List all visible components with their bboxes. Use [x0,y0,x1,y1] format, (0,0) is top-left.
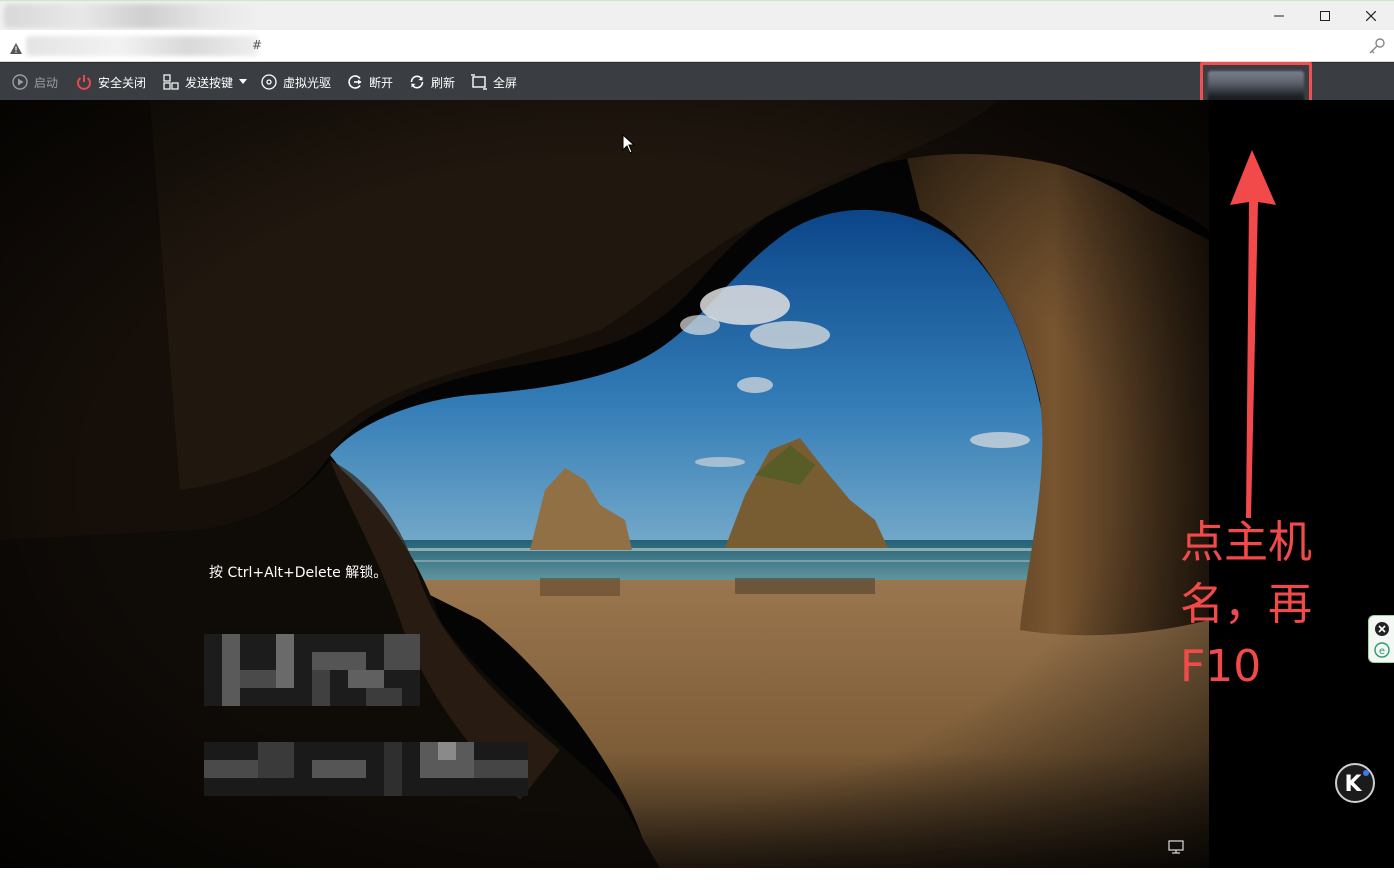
start-label: 启动 [34,75,59,90]
maximize-icon [1320,11,1330,21]
power-icon [77,75,91,90]
svg-text:K: K [1344,772,1362,797]
warning-icon [10,39,22,58]
side-floating-widget[interactable]: e [1368,615,1394,663]
disconnect-label: 断开 [369,75,394,90]
start-button[interactable]: 启动 [12,63,58,101]
maximize-button[interactable] [1302,1,1348,31]
address-suffix: # [252,38,263,52]
disc-icon [261,74,277,90]
k-badge-icon[interactable]: K [1334,762,1376,808]
send-keys-button[interactable]: 发送按键 [163,63,248,101]
virtual-drive-button[interactable]: 虚拟光驱 [261,63,331,101]
send-keys-label: 发送按键 [185,75,234,90]
play-icon [12,74,28,90]
remote-desktop-view[interactable]: 按 Ctrl+Alt+Delete 解锁。 [0,100,1394,868]
address-redacted [26,36,258,56]
bottom-strip [0,868,1394,888]
annotation-note: 点主机 名，再 F10 [1180,512,1350,698]
svg-text:e: e [1379,646,1385,657]
fullscreen-label: 全屏 [493,75,518,90]
refresh-icon [410,75,424,89]
clock-redacted [204,634,420,706]
console-toolbar: 启动 安全关闭 发送按键 虚拟光驱 断开 刷新 全屏 [0,62,1394,107]
disconnect-button[interactable]: 断开 [347,63,393,101]
minimize-icon [1274,15,1284,17]
unlock-hint: 按 Ctrl+Alt+Delete 解锁。 [209,565,388,581]
minimize-button[interactable] [1256,1,1302,31]
key-icon[interactable] [1368,37,1386,59]
fullscreen-button[interactable]: 全屏 [471,63,517,101]
lockscreen-wallpaper [0,100,1209,868]
annotation-line-1: 点主机 [1180,517,1312,568]
annotation-arrow [1230,150,1276,518]
close-button[interactable] [1348,1,1394,31]
safe-shutdown-button[interactable]: 安全关闭 [76,63,146,101]
annotation-line-2: 名，再 [1180,579,1312,630]
date-redacted [204,742,528,796]
safe-shutdown-label: 安全关闭 [98,75,147,90]
network-icon[interactable] [1168,839,1186,858]
chevron-down-icon [239,79,248,84]
refresh-button[interactable]: 刷新 [409,63,455,101]
close-icon [1366,11,1376,21]
fullscreen-icon [471,74,487,90]
virtual-drive-label: 虚拟光驱 [283,75,332,90]
mouse-cursor-icon [622,133,636,158]
keyboard-icon [163,74,179,90]
disconnect-icon [348,75,362,89]
annotation-line-3: F10 [1180,641,1262,692]
window-titlebar [0,0,1394,30]
refresh-label: 刷新 [431,75,456,90]
window-controls [1256,1,1394,31]
title-redacted [4,4,260,28]
address-bar[interactable]: # [0,30,1394,62]
